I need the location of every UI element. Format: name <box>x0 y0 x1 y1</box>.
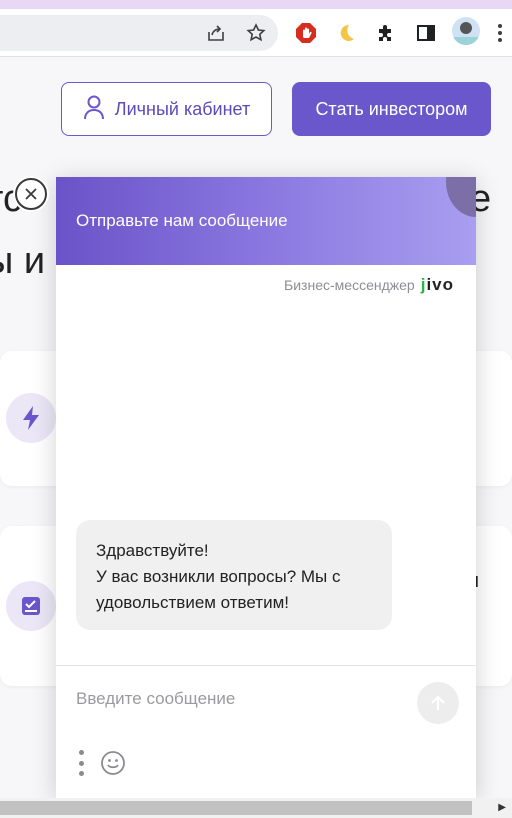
menu-kebab-icon[interactable] <box>488 21 512 45</box>
close-chat-button[interactable] <box>15 178 47 210</box>
window-top-strip <box>0 0 512 9</box>
brand-label: Бизнес-мессенджер <box>284 277 415 293</box>
puzzle-extensions-icon[interactable] <box>374 21 398 45</box>
message-input[interactable]: Введите сообщение <box>76 689 235 709</box>
more-options-icon[interactable] <box>78 750 84 776</box>
greeting-line-1: Здравствуйте! <box>96 541 209 560</box>
moon-extension-icon[interactable] <box>334 21 358 45</box>
profile-avatar[interactable] <box>452 17 480 45</box>
adblock-extension-icon[interactable] <box>294 21 318 45</box>
scroll-right-arrow-icon[interactable]: ▶ <box>498 802 506 813</box>
send-button[interactable] <box>417 682 459 724</box>
user-icon <box>83 94 105 125</box>
horizontal-scrollbar[interactable]: ▶ <box>0 798 512 818</box>
input-divider <box>56 665 476 666</box>
chat-branding[interactable]: Бизнес-мессенджер jivo <box>284 275 454 295</box>
share-icon[interactable] <box>204 21 228 45</box>
browser-toolbar <box>0 9 512 57</box>
personal-account-label: Личный кабинет <box>114 98 251 119</box>
emoji-icon[interactable] <box>100 750 126 776</box>
lightning-icon <box>6 393 56 443</box>
personal-account-button[interactable]: Личный кабинет <box>61 82 272 136</box>
address-bar[interactable] <box>0 15 278 51</box>
arrow-up-icon <box>431 695 445 710</box>
sidepanel-icon[interactable] <box>414 21 438 45</box>
greeting-line-2: У вас возникли вопросы? Мы с удовольстви… <box>96 567 341 612</box>
header-decoration <box>446 177 476 217</box>
jivo-logo: jivo <box>420 275 454 294</box>
become-investor-button[interactable]: Стать инвестором <box>292 82 491 136</box>
hero-line-2: ы и <box>0 240 46 282</box>
close-icon <box>25 188 37 200</box>
chat-widget: Отправьте нам сообщение Бизнес-мессендже… <box>56 177 476 798</box>
document-check-icon <box>6 581 56 631</box>
scrollbar-thumb[interactable] <box>0 801 472 815</box>
star-icon[interactable] <box>244 21 268 45</box>
chat-header: Отправьте нам сообщение <box>56 177 476 265</box>
greeting-message: Здравствуйте! У вас возникли вопросы? Мы… <box>76 520 392 630</box>
chat-title: Отправьте нам сообщение <box>76 211 288 230</box>
